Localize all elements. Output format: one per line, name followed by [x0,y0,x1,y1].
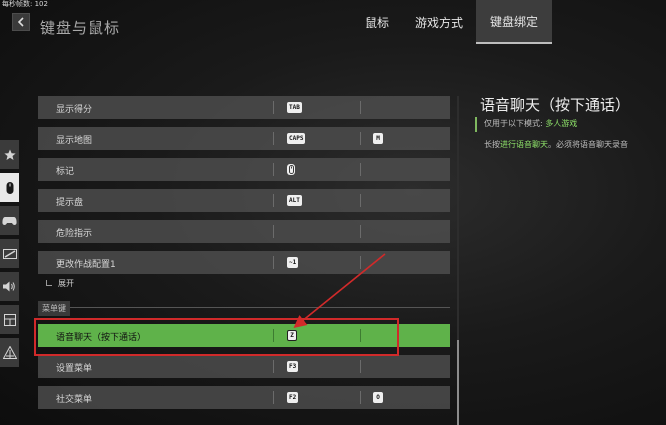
top-tabs: 鼠标 游戏方式 键盘绑定 [352,0,553,44]
sidebar-item-interface[interactable] [0,305,19,334]
keybind-label: 显示地图 [56,136,93,146]
expand-label: 展开 [58,279,74,288]
list-scrollbar-thumb[interactable] [457,340,459,425]
section-header-menu-keys: 菜单键 [38,301,70,316]
settings-category-sidebar [0,140,20,371]
section-divider [38,307,450,308]
tree-elbow-icon [46,280,52,286]
keybind-primary-key[interactable]: TAB [287,102,302,113]
column-divider [360,163,361,176]
keybind-label: 标记 [56,167,75,177]
detail-desc-prefix: 长按 [484,140,500,149]
star-icon [3,149,16,160]
keybind-row-danger-ping[interactable]: 危险指示 [38,220,450,243]
radar-icon [2,346,17,359]
tab-keybinds[interactable]: 键盘绑定 [476,0,553,44]
sidebar-item-star[interactable] [0,140,19,169]
gamepad-icon [2,216,17,225]
keybind-primary-key[interactable]: ALT [287,195,302,206]
annotation-highlight-box [34,318,399,356]
keybind-label: 提示盘 [56,198,84,208]
sidebar-item-keyboard-mouse[interactable] [0,173,19,202]
detail-desc-suffix: 。必须将语音聊天录音 [548,140,628,149]
keybind-row-settings-menu[interactable]: 设置菜单 F3 [38,355,450,378]
keybind-row-show-map[interactable]: 显示地图 CAPS M [38,127,450,150]
column-divider [360,194,361,207]
keybind-primary-key[interactable]: F2 [287,392,299,403]
sidebar-item-controller[interactable] [0,206,19,235]
column-divider [273,132,274,145]
column-divider [273,256,274,269]
detail-desc-highlight: 进行语音聊天 [500,140,548,149]
fps-value: 102 [34,0,48,8]
keybind-label: 更改作战配置1 [56,260,116,270]
back-button[interactable] [12,13,30,31]
keybind-row-loadout-1[interactable]: 更改作战配置1 ~1 [38,251,450,274]
keybind-secondary-key[interactable]: O [373,392,383,403]
fps-label: 每秒帧数 [2,0,30,8]
column-divider [273,225,274,238]
column-divider [360,391,361,404]
detail-title: 语音聊天（按下通话） [480,96,631,114]
fps-counter: 每秒帧数: 102 [2,0,48,8]
sidebar-item-account[interactable] [0,338,19,367]
keybind-label: 设置菜单 [56,364,93,374]
keybind-primary-key[interactable]: ~1 [287,257,299,268]
sidebar-item-audio[interactable] [0,272,19,301]
keybind-row-ping-wheel[interactable]: 提示盘 ALT [38,189,450,212]
detail-mode-prefix: 仅用于以下模式: [484,119,546,128]
column-divider [360,101,361,114]
tab-gameplay[interactable]: 游戏方式 [402,0,476,44]
keybind-row-ping[interactable]: 标记 [38,158,450,181]
column-divider [360,132,361,145]
keybind-row-social-menu[interactable]: 社交菜单 F2 O [38,386,450,409]
detail-mode: 仅用于以下模式: 多人游戏 [484,118,577,129]
column-divider [273,360,274,373]
column-divider [360,256,361,269]
display-icon [2,248,17,259]
column-divider [360,360,361,373]
layout-icon [3,313,16,326]
page-title: 键盘与鼠标 [40,19,121,37]
column-divider [273,391,274,404]
keybind-label: 显示得分 [56,105,93,115]
tab-mouse[interactable]: 鼠标 [352,0,402,44]
column-divider [273,101,274,114]
keybind-label: 社交菜单 [56,395,93,405]
detail-mode-value: 多人游戏 [545,119,578,128]
mouse-icon [6,181,13,194]
sidebar-item-graphics[interactable] [0,239,19,268]
keybind-secondary-key[interactable]: M [373,133,383,144]
detail-description: 长按进行语音聊天。必须将语音聊天录音 [484,139,666,150]
speaker-icon [3,281,15,292]
keybind-row-show-score[interactable]: 显示得分 TAB [38,96,450,119]
keybind-primary-key[interactable]: F3 [287,361,299,372]
mouse-middle-icon [288,165,294,174]
chevron-left-icon [17,17,24,27]
keybind-label: 危险指示 [56,229,93,239]
keybind-primary-key[interactable] [287,164,295,175]
column-divider [273,194,274,207]
keybind-primary-key[interactable]: CAPS [287,133,306,144]
expand-toggle[interactable]: 展开 [46,278,74,289]
column-divider [360,225,361,238]
column-divider [273,163,274,176]
